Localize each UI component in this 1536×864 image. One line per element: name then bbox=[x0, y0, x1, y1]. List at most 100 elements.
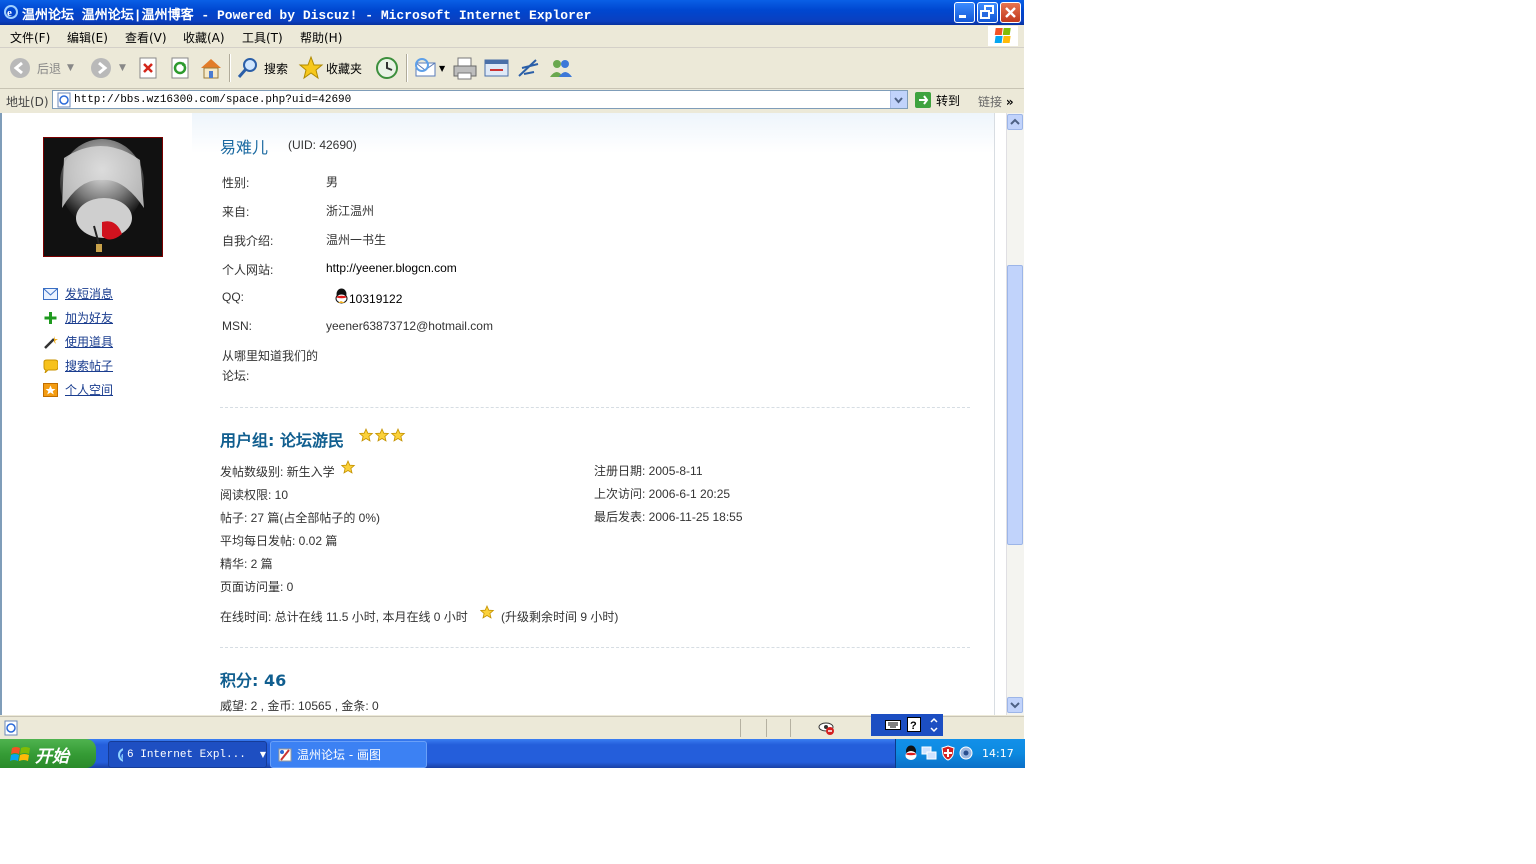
stat-posts: 帖子: 27 篇(占全部帖子的 0%) bbox=[220, 511, 381, 525]
ime-toolbar[interactable]: ? bbox=[871, 714, 943, 736]
address-dropdown-button[interactable] bbox=[890, 91, 907, 108]
menu-favorites[interactable]: 收藏(A) bbox=[183, 29, 225, 46]
minimize-button[interactable] bbox=[954, 2, 975, 23]
ime-expand-icon[interactable] bbox=[929, 717, 939, 733]
vertical-scrollbar[interactable] bbox=[1006, 113, 1024, 715]
search-button[interactable]: 搜索 bbox=[236, 55, 288, 81]
chevron-down-icon bbox=[1010, 702, 1020, 709]
menu-tools[interactable]: 工具(T) bbox=[242, 29, 283, 46]
task-paint[interactable]: 温州论坛 - 画图 bbox=[270, 741, 427, 768]
refresh-button[interactable] bbox=[169, 55, 191, 81]
title-bar[interactable]: e 温州论坛 温州论坛|温州博客 - Powered by Discuz! - … bbox=[0, 0, 1024, 25]
status-divider bbox=[766, 719, 767, 737]
print-icon bbox=[453, 57, 477, 80]
forward-dropdown-icon[interactable]: ▼ bbox=[119, 63, 126, 73]
forward-arrow-icon bbox=[91, 58, 111, 78]
search-posts-link[interactable]: 搜索帖子 bbox=[43, 357, 113, 374]
task-label: 6 Internet Expl... bbox=[127, 748, 246, 761]
qq-penguin-icon[interactable] bbox=[334, 288, 349, 304]
volume-icon[interactable] bbox=[958, 745, 974, 761]
back-label: 后退 bbox=[37, 61, 62, 76]
magic-wand-icon bbox=[44, 335, 58, 349]
edit-button[interactable] bbox=[484, 55, 510, 81]
close-button[interactable] bbox=[1000, 2, 1021, 23]
sidebar-item-label: 搜索帖子 bbox=[65, 359, 114, 373]
svg-text:e: e bbox=[7, 7, 12, 19]
send-message-link[interactable]: 发短消息 bbox=[43, 285, 113, 302]
back-button[interactable]: 后退 ▼ bbox=[8, 55, 74, 81]
divider bbox=[220, 407, 970, 408]
chevron-down-icon bbox=[894, 97, 903, 104]
privacy-eye-icon[interactable] bbox=[818, 720, 836, 736]
back-arrow-icon bbox=[10, 58, 30, 78]
clock: 14:17 bbox=[982, 747, 1014, 760]
back-dropdown-icon[interactable]: ▼ bbox=[67, 63, 74, 73]
history-icon bbox=[376, 57, 398, 79]
sidebar-item-label: 加为好友 bbox=[65, 311, 114, 325]
home-button[interactable] bbox=[199, 55, 223, 81]
sidebar-item-label: 发短消息 bbox=[65, 287, 114, 301]
forward-button[interactable]: ▼ bbox=[89, 55, 126, 81]
menu-bar: 文件(F) 编辑(E) 查看(V) 收藏(A) 工具(T) 帮助(H) bbox=[0, 25, 1024, 48]
qq-tray-icon[interactable] bbox=[904, 745, 918, 761]
help-icon[interactable]: ? bbox=[907, 717, 921, 733]
menu-file[interactable]: 文件(F) bbox=[10, 29, 50, 46]
address-bar: 地址(D) http://bbs.wz16300.com/space.php?u… bbox=[0, 89, 1024, 112]
points-detail: 威望: 2 , 金币: 10565 , 金条: 0 bbox=[220, 699, 379, 713]
mail-dropdown-icon[interactable]: ▼ bbox=[439, 64, 445, 73]
svg-text:?: ? bbox=[910, 720, 917, 732]
keyboard-icon[interactable] bbox=[885, 718, 901, 732]
address-url: http://bbs.wz16300.com/space.php?uid=426… bbox=[74, 94, 352, 106]
page-status-icon bbox=[4, 720, 18, 736]
use-item-link[interactable]: 使用道具 bbox=[43, 333, 113, 350]
task-group-dropdown-icon[interactable]: ▼ bbox=[260, 750, 266, 759]
print-button[interactable] bbox=[452, 55, 478, 81]
favorites-button[interactable]: 收藏夹 bbox=[298, 55, 362, 81]
task-internet-explorer[interactable]: e 6 Internet Expl... ▼ bbox=[108, 741, 267, 768]
stat-upgrade-remaining: (升级剩余时间 9 小时) bbox=[501, 610, 619, 624]
go-button[interactable]: 转到 bbox=[914, 91, 960, 109]
stat-digest: 精华: 2 篇 bbox=[220, 557, 273, 571]
search-label: 搜索 bbox=[264, 61, 289, 76]
scroll-up-button[interactable] bbox=[1007, 114, 1023, 130]
field-label-gender: 性别: bbox=[222, 176, 250, 190]
menu-help[interactable]: 帮助(H) bbox=[300, 29, 342, 46]
links-label: 链接 bbox=[978, 95, 1003, 109]
start-button[interactable]: 开始 bbox=[0, 739, 96, 768]
history-button[interactable] bbox=[374, 55, 400, 81]
contacts-button[interactable] bbox=[548, 55, 574, 81]
toolbar: 后退 ▼ ▼ 搜索 收藏夹 ▼ bbox=[0, 48, 1024, 89]
divider bbox=[220, 647, 970, 648]
stat-register-date: 注册日期: 2005-8-11 bbox=[594, 464, 703, 478]
menu-view[interactable]: 查看(V) bbox=[125, 29, 167, 46]
network-icon[interactable] bbox=[921, 745, 937, 761]
scroll-down-button[interactable] bbox=[1007, 697, 1023, 713]
mail-button[interactable]: ▼ bbox=[414, 55, 445, 81]
scroll-thumb[interactable] bbox=[1007, 265, 1023, 545]
chevron-up-icon bbox=[1010, 118, 1020, 125]
links-button[interactable]: 链接 » bbox=[978, 93, 1014, 110]
ie-icon: e bbox=[118, 747, 124, 762]
minimize-icon bbox=[959, 15, 966, 18]
personal-space-link[interactable]: 个人空间 bbox=[43, 381, 113, 398]
restore-button[interactable] bbox=[977, 2, 998, 23]
stop-button[interactable] bbox=[137, 55, 159, 81]
star-icon bbox=[341, 460, 356, 474]
field-label-bio: 自我介绍: bbox=[222, 234, 274, 248]
plus-icon bbox=[44, 311, 57, 324]
system-tray: 14:17 bbox=[895, 739, 1025, 768]
group-stars-icon bbox=[359, 428, 406, 442]
avatar bbox=[43, 137, 163, 257]
menu-edit[interactable]: 编辑(E) bbox=[67, 29, 108, 46]
status-divider bbox=[790, 719, 791, 737]
close-icon bbox=[1005, 7, 1016, 18]
address-input[interactable]: http://bbs.wz16300.com/space.php?uid=426… bbox=[52, 90, 908, 109]
sidebar-item-label: 使用道具 bbox=[65, 335, 114, 349]
field-value-website[interactable]: http://yeener.blogcn.com bbox=[326, 261, 457, 275]
address-label: 地址(D) bbox=[6, 95, 49, 109]
window-title: 温州论坛 温州论坛|温州博客 - Powered by Discuz! - Mi… bbox=[22, 8, 592, 23]
field-value-location: 浙江温州 bbox=[326, 204, 375, 218]
messenger-button[interactable] bbox=[516, 55, 542, 81]
add-friend-link[interactable]: 加为好友 bbox=[43, 309, 113, 326]
antivirus-shield-icon[interactable] bbox=[940, 745, 956, 761]
